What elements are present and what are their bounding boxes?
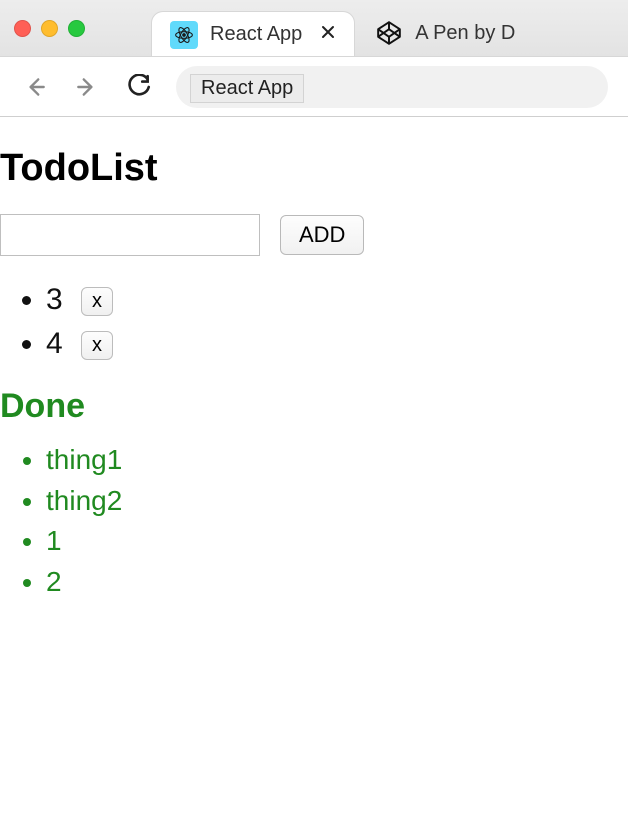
list-item: 2 [46,562,628,603]
window-minimize-button[interactable] [41,20,58,37]
list-item: 1 [46,521,628,562]
todo-label: 4 [46,327,63,360]
done-heading: Done [0,387,628,426]
close-icon[interactable] [320,24,336,45]
window-controls [14,20,85,37]
done-section: Done thing1 thing2 1 2 [0,387,628,602]
tab-react-app[interactable]: React App [151,11,355,57]
done-list: thing1 thing2 1 2 [0,440,628,602]
delete-button[interactable]: x [81,287,113,316]
window-close-button[interactable] [14,20,31,37]
browser-toolbar: React App ost:3000 [0,56,628,116]
list-item: thing1 [46,440,628,481]
page-content: TodoList ADD 3 x 4 x Done thing1 thing2 … [0,117,628,602]
list-item: 3 x [46,278,628,322]
tab-title: React App [210,23,302,46]
tab-title: A Pen by D [415,22,515,45]
list-item: 4 x [46,322,628,366]
tab-tooltip: React App [190,74,304,103]
add-button[interactable]: ADD [280,215,364,255]
forward-button[interactable] [72,72,102,102]
page-title: TodoList [0,147,628,190]
add-task-row: ADD [0,214,628,256]
tab-codepen[interactable]: A Pen by D [357,10,533,56]
tab-strip: React App A Pen by D [0,0,628,56]
address-bar[interactable]: React App ost:3000 [176,66,608,108]
delete-button[interactable]: x [81,331,113,360]
list-item: thing2 [46,481,628,522]
react-icon [170,21,198,49]
codepen-icon [375,19,403,47]
back-button[interactable] [20,72,50,102]
tabs: React App A Pen by D [151,0,533,56]
todo-label: 3 [46,283,63,316]
reload-button[interactable] [124,72,154,102]
new-task-input[interactable] [0,214,260,256]
todo-list: 3 x 4 x [0,278,628,365]
browser-chrome: React App A Pen by D [0,0,628,117]
window-fullscreen-button[interactable] [68,20,85,37]
